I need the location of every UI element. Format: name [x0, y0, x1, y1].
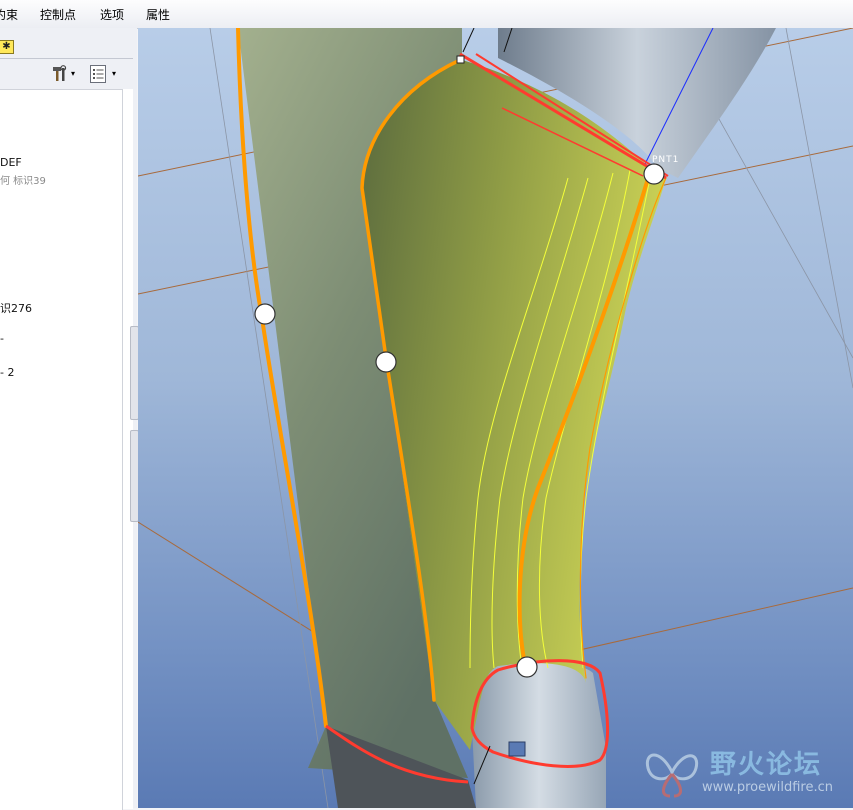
direction-arrow: [462, 28, 475, 53]
watermark-url: www.proewildfire.cn: [702, 780, 833, 795]
drag-handle-mid[interactable]: [375, 351, 397, 373]
drag-handle-top-right[interactable]: [643, 163, 665, 185]
menu-options[interactable]: 选项: [100, 6, 124, 23]
settings-dropdown-caret[interactable]: ▾: [112, 69, 116, 78]
butterfly-logo-icon: [645, 753, 699, 798]
point-label-pnt1: PNT1: [652, 155, 679, 165]
panel-tab-strip: ✱: [0, 32, 137, 58]
panel-body: ▾ ▾ DEF 何 标识39 识276 - - 2: [0, 58, 133, 810]
watermark-title: 野火论坛: [710, 750, 823, 780]
model-tree: DEF 何 标识39 识276 - - 2: [0, 89, 123, 810]
tree-item-def[interactable]: DEF: [0, 156, 22, 169]
menu-constraints[interactable]: 约束: [0, 6, 18, 23]
tools-dropdown-caret[interactable]: ▾: [71, 69, 75, 78]
construction-line: [785, 28, 853, 389]
hammer-wrench-icon[interactable]: [50, 65, 68, 83]
list-settings-icon[interactable]: [89, 64, 107, 84]
menu-bar: 约束 控制点 选项 属性: [0, 0, 853, 29]
model-tree-panel: ✱ ▾ ▾ DEF 何 标识39 识276 - - 2: [0, 28, 139, 810]
panel-toolbar: ▾ ▾: [0, 59, 133, 89]
tree-item-2[interactable]: - 2: [0, 366, 14, 379]
model-canvas[interactable]: PNT1: [138, 28, 853, 808]
lower-tube-surface: [472, 662, 606, 808]
menu-properties[interactable]: 属性: [146, 6, 170, 23]
drag-handle-left[interactable]: [254, 303, 276, 325]
tree-item-sub-id39[interactable]: 何 标识39: [0, 172, 46, 187]
drag-handle-bottom[interactable]: [516, 656, 538, 678]
blue-marker-square[interactable]: [508, 741, 526, 757]
control-point-square[interactable]: [456, 55, 465, 64]
tree-item-id276[interactable]: 识276: [0, 300, 32, 316]
tree-item-dash[interactable]: -: [0, 332, 4, 345]
folder-tab-icon[interactable]: ✱: [0, 40, 14, 54]
graphics-viewport[interactable]: PNT1: [138, 28, 853, 808]
forum-watermark: 野火论坛 www.proewildfire.cn: [642, 740, 848, 803]
menu-control-points[interactable]: 控制点: [40, 6, 76, 23]
